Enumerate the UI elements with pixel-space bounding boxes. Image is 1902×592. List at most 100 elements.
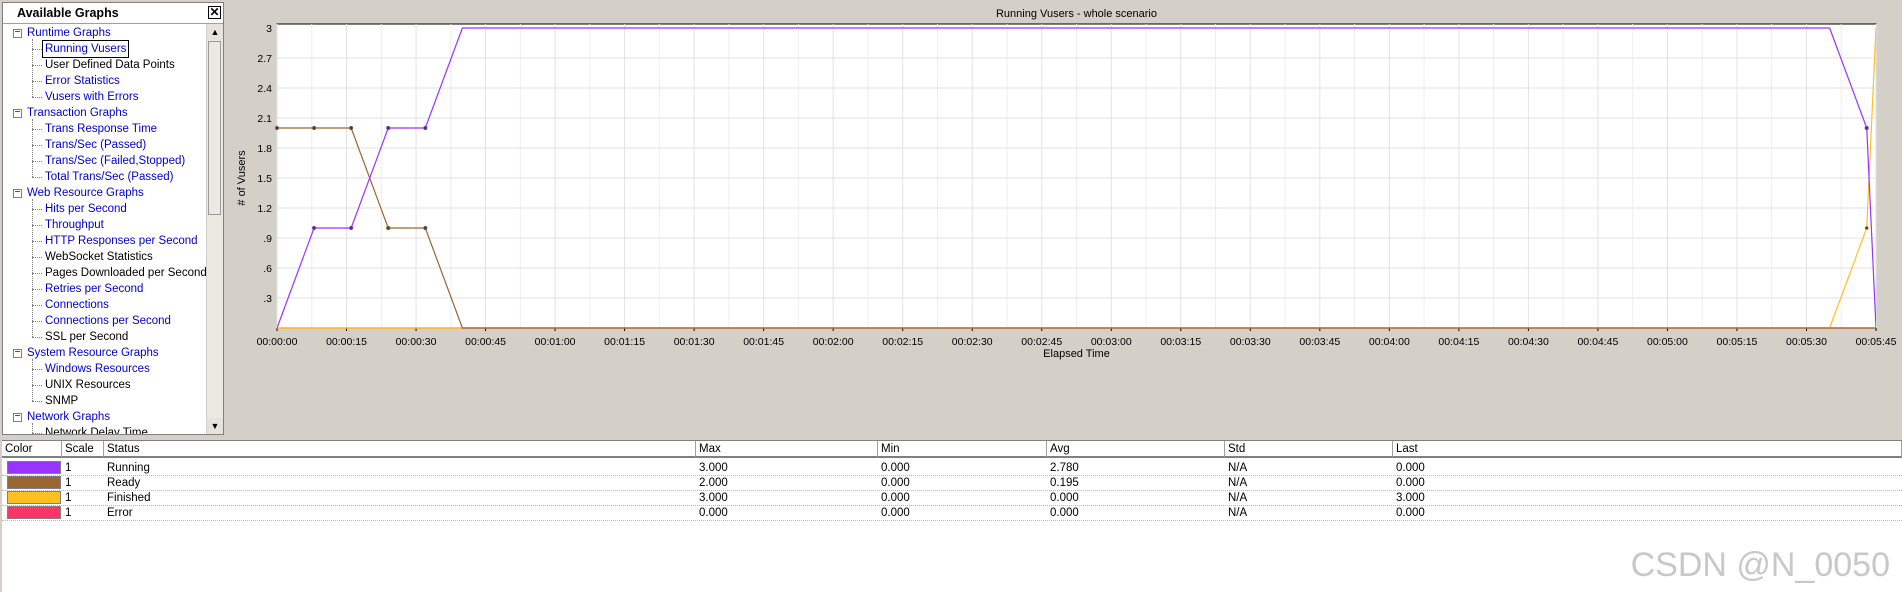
tree-item[interactable]: Throughput bbox=[43, 217, 106, 233]
tree-item[interactable]: Running Vusers bbox=[41, 40, 130, 58]
y-tick-label: 3 bbox=[266, 23, 272, 35]
scroll-up-icon[interactable]: ▲ bbox=[207, 24, 223, 40]
tree-item[interactable]: HTTP Responses per Second bbox=[43, 233, 200, 249]
close-icon[interactable]: ✕ bbox=[208, 6, 221, 19]
tree-connector bbox=[32, 305, 42, 306]
y-tick-label: 2.4 bbox=[257, 83, 272, 95]
tree-item[interactable]: Pages Downloaded per Second bbox=[43, 265, 207, 281]
scroll-thumb[interactable] bbox=[208, 41, 221, 215]
x-tick-label: 00:03:30 bbox=[1230, 336, 1271, 348]
tree-item[interactable]: User Defined Data Points bbox=[43, 57, 177, 73]
tree-item[interactable]: SSL per Second bbox=[43, 329, 130, 345]
tree-connector bbox=[32, 39, 33, 97]
tree-connector bbox=[32, 209, 42, 210]
data-point bbox=[349, 225, 354, 231]
x-tick-label: 00:05:15 bbox=[1717, 336, 1758, 348]
tree-item[interactable]: SNMP bbox=[43, 393, 80, 409]
tree-group[interactable]: Runtime Graphs bbox=[27, 25, 111, 41]
row-separator bbox=[2, 490, 1902, 491]
data-point bbox=[349, 125, 354, 131]
chart-area: 3 2.7 2.4 2.1 1.8 1.5 1.2 .9 .6 .3 00:00:00 00:00:1… bbox=[226, 2, 1902, 435]
tree-item[interactable]: Total Trans/Sec (Passed) bbox=[43, 169, 175, 185]
x-tick-label: 00:04:00 bbox=[1369, 336, 1410, 348]
tree-connector bbox=[32, 199, 33, 337]
data-point bbox=[423, 225, 428, 231]
tree-connector bbox=[32, 81, 42, 82]
x-tick-label: 00:01:30 bbox=[674, 336, 715, 348]
row-separator bbox=[2, 505, 1902, 506]
tree-connector bbox=[32, 65, 42, 66]
color-swatch[interactable] bbox=[7, 461, 61, 474]
column-header-max[interactable]: Max bbox=[696, 441, 878, 458]
tree-connector bbox=[32, 257, 42, 258]
color-swatch[interactable] bbox=[7, 506, 61, 519]
column-header-last[interactable]: Last bbox=[1393, 441, 1902, 458]
tree-item[interactable]: Hits per Second bbox=[43, 201, 129, 217]
column-header-std[interactable]: Std bbox=[1225, 441, 1393, 458]
column-header-color[interactable]: Color bbox=[2, 441, 62, 458]
column-header-scale[interactable]: Scale bbox=[62, 441, 104, 458]
column-header-status[interactable]: Status bbox=[104, 441, 696, 458]
y-tick-label: .3 bbox=[263, 293, 272, 305]
tree-connector bbox=[32, 369, 42, 370]
data-point bbox=[423, 125, 428, 131]
column-header-min[interactable]: Min bbox=[878, 441, 1047, 458]
tree-item[interactable]: Trans/Sec (Failed,Stopped) bbox=[43, 153, 187, 169]
x-tick-label: 00:04:45 bbox=[1577, 336, 1618, 348]
color-swatch[interactable] bbox=[7, 491, 61, 504]
collapse-icon[interactable]: − bbox=[13, 188, 22, 198]
panel-header: Available Graphs ✕ bbox=[3, 3, 223, 24]
watermark: CSDN @N_0050 bbox=[1630, 546, 1890, 584]
cell-last: 0.000 bbox=[1396, 507, 1425, 519]
x-tick-label: 00:02:30 bbox=[952, 336, 993, 348]
tree-connector bbox=[32, 129, 42, 130]
collapse-icon[interactable]: − bbox=[13, 412, 22, 422]
data-point bbox=[386, 125, 391, 131]
x-tick-label: 00:03:45 bbox=[1299, 336, 1340, 348]
scroll-down-icon[interactable]: ▼ bbox=[207, 418, 223, 434]
data-point bbox=[311, 225, 317, 231]
tree-group[interactable]: Transaction Graphs bbox=[27, 105, 128, 121]
tree-group[interactable]: System Resource Graphs bbox=[27, 345, 159, 361]
x-tick-label: 00:01:45 bbox=[743, 336, 784, 348]
x-tick-label: 00:02:00 bbox=[813, 336, 854, 348]
tree-connector bbox=[32, 225, 42, 226]
x-tick-label: 00:02:45 bbox=[1021, 336, 1062, 348]
row-separator bbox=[2, 520, 1902, 521]
tree-connector bbox=[32, 161, 42, 162]
tree-item[interactable]: Error Statistics bbox=[43, 73, 122, 89]
x-tick-label: 00:05:00 bbox=[1647, 336, 1688, 348]
color-swatch[interactable] bbox=[7, 476, 61, 489]
tree-item[interactable]: Vusers with Errors bbox=[43, 89, 141, 105]
tree-item[interactable]: Connections per Second bbox=[43, 313, 173, 329]
tree-item[interactable]: Trans Response Time bbox=[43, 121, 159, 137]
cell-min: 0.000 bbox=[881, 507, 910, 519]
tree-connector bbox=[32, 423, 33, 433]
available-graphs-panel: Available Graphs ✕ Runtime Graphs − Runnin… bbox=[2, 2, 224, 435]
tree-group[interactable]: Web Resource Graphs bbox=[27, 185, 144, 201]
cell-std: N/A bbox=[1228, 507, 1248, 519]
data-point bbox=[274, 125, 280, 131]
tree-item[interactable]: Windows Resources bbox=[43, 361, 152, 377]
tree-item[interactable]: Trans/Sec (Passed) bbox=[43, 137, 148, 153]
tree-item[interactable]: Retries per Second bbox=[43, 281, 145, 297]
x-tick-label: 00:00:15 bbox=[326, 336, 367, 348]
tree-item[interactable]: WebSocket Statistics bbox=[43, 249, 155, 265]
tree-connector bbox=[32, 385, 42, 386]
tree-connector bbox=[32, 145, 42, 146]
collapse-icon[interactable]: − bbox=[13, 108, 22, 118]
tree-item[interactable]: UNIX Resources bbox=[43, 377, 133, 393]
tree-item[interactable]: Network Delay Time bbox=[43, 425, 150, 434]
tree-connector bbox=[32, 337, 42, 338]
panel-title: Available Graphs bbox=[17, 6, 119, 20]
y-tick-label: .9 bbox=[263, 233, 272, 245]
y-tick-label: .6 bbox=[263, 263, 272, 275]
tree-item[interactable]: Connections bbox=[43, 297, 111, 313]
x-axis-label: Elapsed Time bbox=[1043, 348, 1110, 360]
cell-avg: 0.000 bbox=[1050, 507, 1079, 519]
column-header-avg[interactable]: Avg bbox=[1047, 441, 1225, 458]
collapse-icon[interactable]: − bbox=[13, 348, 22, 358]
tree-group[interactable]: Network Graphs bbox=[27, 409, 110, 425]
collapse-icon[interactable]: − bbox=[13, 28, 22, 38]
tree-scrollbar[interactable]: ▲ ▼ bbox=[206, 24, 223, 434]
